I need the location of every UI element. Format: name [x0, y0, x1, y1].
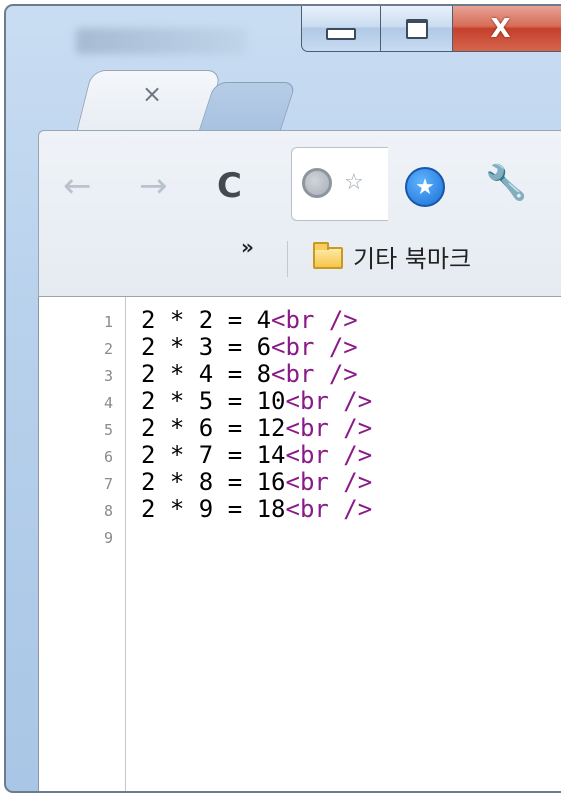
- line-code: 2 * 6 = 12<br />: [141, 415, 372, 442]
- br-tag: <br />: [285, 495, 373, 523]
- extension-star-button[interactable]: ★: [405, 167, 445, 207]
- line-code: 2 * 4 = 8<br />: [141, 361, 358, 388]
- star-icon: ★: [415, 174, 435, 200]
- wrench-menu-button[interactable]: 🔧: [485, 163, 527, 203]
- maximize-icon: [405, 18, 428, 39]
- line-text: 2 * 4 = 8: [141, 360, 272, 388]
- toolbar: ← → C ☆ ★ 🔧 » 기타 북마크: [38, 130, 561, 296]
- source-line: 1 2 * 2 = 4<br />: [39, 307, 559, 334]
- bookmarks-overflow-chevron[interactable]: »: [241, 235, 254, 259]
- line-number: 5: [103, 421, 113, 439]
- reload-icon: C: [217, 166, 242, 206]
- line-text: 2 * 9 = 18: [141, 495, 286, 523]
- close-window-button[interactable]: X: [453, 6, 561, 52]
- line-code: 2 * 9 = 18<br />: [141, 496, 372, 523]
- br-tag: <br />: [285, 468, 373, 496]
- line-code: 2 * 7 = 14<br />: [141, 442, 372, 469]
- br-tag: <br />: [271, 360, 358, 388]
- source-line: 2 2 * 3 = 6<br />: [39, 334, 559, 361]
- back-arrow-icon: ←: [63, 166, 92, 206]
- bookmark-star-icon[interactable]: ☆: [344, 170, 364, 195]
- forward-button[interactable]: →: [139, 161, 168, 211]
- source-line: 9: [39, 523, 559, 550]
- browser-window: X × ← → C ☆ ★ 🔧 » 기타 북마크 1 2 * 2 = 4<br …: [4, 4, 561, 793]
- globe-icon: [302, 168, 332, 198]
- br-tag: <br />: [285, 387, 373, 415]
- blurred-window-title: [76, 28, 246, 54]
- new-tab-button[interactable]: [198, 82, 297, 133]
- minimize-button[interactable]: [301, 6, 381, 52]
- address-bar[interactable]: ☆: [291, 147, 388, 221]
- br-tag: <br />: [271, 306, 358, 334]
- source-line: 8 2 * 9 = 18<br />: [39, 496, 559, 523]
- tab-close-icon[interactable]: ×: [142, 80, 162, 108]
- line-number: 4: [103, 394, 113, 412]
- folder-icon: [313, 242, 343, 269]
- source-view: 12 * 2 = 4<br /> 2 2 * 3 = 6<br /> 3 2 * 4 =…: [38, 296, 561, 791]
- maximize-button[interactable]: [381, 6, 453, 52]
- wrench-icon: 🔧: [485, 163, 528, 203]
- forward-arrow-icon: →: [139, 166, 168, 206]
- source-line: 4 2 * 5 = 10<br />: [39, 388, 559, 415]
- line-number: 2: [103, 340, 113, 358]
- line-code: 2 * 5 = 10<br />: [141, 388, 372, 415]
- line-number: 9: [103, 529, 113, 547]
- bookmarks-bar: » 기타 북마크: [39, 235, 561, 287]
- back-button[interactable]: ←: [63, 161, 92, 211]
- line-number: 3: [103, 367, 113, 385]
- line-code: 2 * 2 = 4<br />: [141, 307, 358, 334]
- line-text: 2 * 2 = 4: [141, 306, 272, 334]
- line-text: 2 * 5 = 10: [141, 387, 286, 415]
- br-tag: <br />: [271, 333, 358, 361]
- reload-button[interactable]: C: [217, 161, 242, 211]
- line-number: 6: [103, 448, 113, 466]
- source-line: 7 2 * 8 = 16<br />: [39, 469, 559, 496]
- line-code: 2 * 3 = 6<br />: [141, 334, 358, 361]
- line-text: 2 * 8 = 16: [141, 468, 286, 496]
- line-code: 2 * 8 = 16<br />: [141, 469, 372, 496]
- source-line: 6 2 * 7 = 14<br />: [39, 442, 559, 469]
- tab-content: ×: [142, 80, 162, 108]
- other-bookmarks-label[interactable]: 기타 북마크: [353, 239, 471, 274]
- line-text: 2 * 7 = 14: [141, 441, 286, 469]
- line-text: 2 * 3 = 6: [141, 333, 272, 361]
- caption-buttons: X: [301, 6, 561, 56]
- line-number: 7: [103, 475, 113, 493]
- line-number: 8: [103, 502, 113, 520]
- source-line: 5 2 * 6 = 12<br />: [39, 415, 559, 442]
- minimize-icon: [326, 27, 356, 40]
- br-tag: <br />: [285, 414, 373, 442]
- line-number: 1: [103, 313, 113, 331]
- bookmarks-divider: [287, 241, 288, 277]
- br-tag: <br />: [285, 441, 373, 469]
- close-icon: X: [490, 13, 511, 44]
- source-line: 3 2 * 4 = 8<br />: [39, 361, 559, 388]
- line-text: 2 * 6 = 12: [141, 414, 286, 442]
